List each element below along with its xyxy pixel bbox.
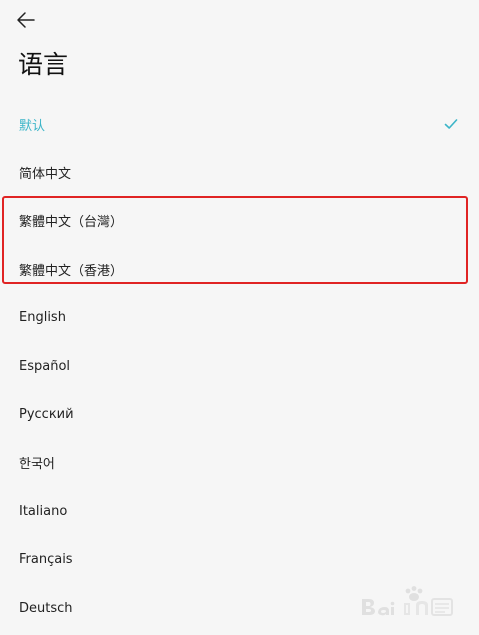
language-option-korean[interactable]: 한국어 xyxy=(0,439,479,487)
language-label: Français xyxy=(19,552,73,568)
check-icon xyxy=(444,119,458,129)
language-option-french[interactable]: Français xyxy=(0,536,479,584)
language-option-traditional-chinese-taiwan[interactable]: 繁體中文（台灣） xyxy=(0,197,479,245)
language-option-traditional-chinese-hongkong[interactable]: 繁體中文（香港） xyxy=(0,245,479,293)
language-label: 默认 xyxy=(19,118,46,134)
language-label: 繁體中文（台灣） xyxy=(19,215,124,231)
page-title: 语言 xyxy=(18,50,69,79)
language-label: 繁體中文（香港） xyxy=(19,263,124,279)
language-label: Italiano xyxy=(19,503,68,519)
language-label: Deutsch xyxy=(19,600,73,616)
language-option-english[interactable]: English xyxy=(0,294,479,342)
arrow-left-icon xyxy=(17,12,35,28)
language-label: Русский xyxy=(19,407,74,423)
language-label: 简体中文 xyxy=(19,167,72,183)
language-list: 默认 简体中文 繁體中文（台灣） 繁體中文（香港） English Españo… xyxy=(0,100,479,632)
language-label: 한국어 xyxy=(19,457,55,473)
language-label: Español xyxy=(19,358,71,374)
language-label: English xyxy=(19,310,66,326)
language-option-german[interactable]: Deutsch xyxy=(0,584,479,632)
language-option-default[interactable]: 默认 xyxy=(0,100,479,148)
language-option-italian[interactable]: Italiano xyxy=(0,487,479,535)
back-button[interactable] xyxy=(14,9,40,31)
language-option-spanish[interactable]: Español xyxy=(0,342,479,390)
language-option-russian[interactable]: Русский xyxy=(0,390,479,438)
language-option-simplified-chinese[interactable]: 简体中文 xyxy=(0,148,479,196)
